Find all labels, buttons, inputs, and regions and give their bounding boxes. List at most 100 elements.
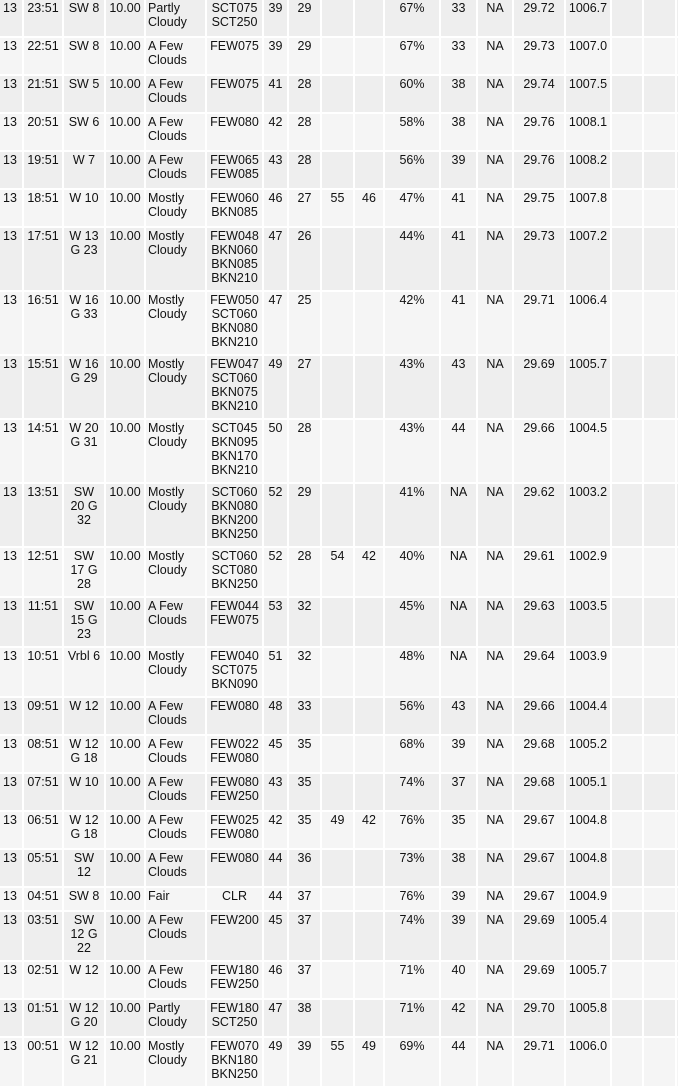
wind-chill-cell: 40 <box>441 962 476 998</box>
table-row: 13 17:51 W 13 G 23 10.00 Mostly Cloudy FEW048 BK… <box>0 228 678 290</box>
time-cell: 21:51 <box>24 76 62 112</box>
weather-cell: A Few Clouds <box>146 912 205 960</box>
relative-humidity-cell: 44% <box>385 228 439 290</box>
dewpoint-cell: 28 <box>289 76 320 112</box>
sky-condition-line: BKN210 <box>211 463 258 477</box>
six-hour-max-cell <box>322 774 353 810</box>
sea-level-pressure-cell: 1008.1 <box>566 114 610 150</box>
dewpoint-cell: 37 <box>289 912 320 960</box>
wind-line: W 20 <box>69 421 99 435</box>
precip-3hr-cell <box>644 484 675 546</box>
dewpoint-cell: 28 <box>289 152 320 188</box>
precip-1hr-cell <box>612 356 642 418</box>
wind-chill-cell: 38 <box>441 850 476 886</box>
six-hour-max-cell <box>322 1000 353 1036</box>
precip-3hr-cell <box>644 548 675 596</box>
date-cell: 13 <box>0 152 22 188</box>
weather-line: Mostly <box>148 191 185 205</box>
relative-humidity-cell: 56% <box>385 152 439 188</box>
six-hour-max-cell <box>322 420 353 482</box>
date-cell: 13 <box>0 812 22 848</box>
altimeter-cell: 29.64 <box>514 648 564 696</box>
relative-humidity-cell: 71% <box>385 1000 439 1036</box>
six-hour-min-cell <box>355 292 383 354</box>
wind-cell: SW 12 <box>64 850 104 886</box>
visibility-cell: 10.00 <box>106 962 144 998</box>
visibility-cell: 10.00 <box>106 0 144 36</box>
precip-3hr-cell <box>644 812 675 848</box>
sky-condition-cell: FEW040 SCT075 BKN090 <box>207 648 262 696</box>
weather-line: Clouds <box>148 789 187 803</box>
heat-index-cell: NA <box>478 1000 512 1036</box>
sky-condition-line: FEW080 <box>210 115 259 129</box>
relative-humidity-cell: 41% <box>385 484 439 546</box>
precip-3hr-cell <box>644 698 675 734</box>
altimeter-cell: 29.69 <box>514 356 564 418</box>
sky-condition-line: FEW075 <box>210 77 259 91</box>
precip-3hr-cell <box>644 420 675 482</box>
date-cell: 13 <box>0 484 22 546</box>
air-temp-cell: 47 <box>264 228 287 290</box>
sky-condition-cell: FEW200 <box>207 912 262 960</box>
six-hour-min-cell <box>355 38 383 74</box>
visibility-cell: 10.00 <box>106 774 144 810</box>
wind-line: 20 G <box>70 499 98 513</box>
sky-condition-line: FEW048 <box>210 229 259 243</box>
visibility-cell: 10.00 <box>106 228 144 290</box>
altimeter-cell: 29.74 <box>514 76 564 112</box>
precip-3hr-cell <box>644 962 675 998</box>
wind-line: G 20 <box>70 1015 98 1029</box>
six-hour-min-cell <box>355 76 383 112</box>
precip-1hr-cell <box>612 228 642 290</box>
relative-humidity-cell: 43% <box>385 356 439 418</box>
relative-humidity-cell: 74% <box>385 774 439 810</box>
precip-3hr-cell <box>644 152 675 188</box>
weather-line: Partly <box>148 1001 180 1015</box>
weather-line: A Few <box>148 737 183 751</box>
sky-condition-line: SCT075 <box>211 663 258 677</box>
time-cell: 00:51 <box>24 1038 62 1086</box>
sky-condition-line: BKN200 <box>211 513 258 527</box>
wind-chill-cell: 33 <box>441 38 476 74</box>
weather-line: Mostly <box>148 293 185 307</box>
date-cell: 13 <box>0 648 22 696</box>
sky-condition-line: SCT075 <box>211 1 258 15</box>
wind-line: SW 8 <box>68 1 100 15</box>
dewpoint-cell: 28 <box>289 420 320 482</box>
table-row: 13 15:51 W 16 G 29 10.00 Mostly Cloudy FEW047 SC… <box>0 356 678 418</box>
relative-humidity-cell: 68% <box>385 736 439 772</box>
sky-condition-line: FEW044 <box>210 599 259 613</box>
sky-condition-line: FEW070 <box>210 1039 259 1053</box>
wind-cell: W 7 <box>64 152 104 188</box>
time-cell: 08:51 <box>24 736 62 772</box>
wind-cell: W 16 G 33 <box>64 292 104 354</box>
time-cell: 17:51 <box>24 228 62 290</box>
precip-1hr-cell <box>612 0 642 36</box>
altimeter-cell: 29.67 <box>514 888 564 910</box>
sky-condition-line: SCT060 <box>211 549 258 563</box>
date-cell: 13 <box>0 0 22 36</box>
visibility-cell: 10.00 <box>106 114 144 150</box>
heat-index-cell: NA <box>478 76 512 112</box>
relative-humidity-cell: 60% <box>385 76 439 112</box>
six-hour-min-cell: 46 <box>355 190 383 226</box>
weather-line: Clouds <box>148 129 187 143</box>
weather-line: Partly <box>148 1 180 15</box>
heat-index-cell: NA <box>478 912 512 960</box>
date-cell: 13 <box>0 774 22 810</box>
dewpoint-cell: 35 <box>289 736 320 772</box>
heat-index-cell: NA <box>478 698 512 734</box>
relative-humidity-cell: 71% <box>385 962 439 998</box>
altimeter-cell: 29.73 <box>514 38 564 74</box>
table-row: 13 06:51 W 12 G 18 10.00 A Few Clouds FEW025 FEW… <box>0 812 678 848</box>
six-hour-min-cell <box>355 888 383 910</box>
sea-level-pressure-cell: 1007.2 <box>566 228 610 290</box>
sky-condition-line: BKN180 <box>211 1053 258 1067</box>
weather-line: A Few <box>148 39 183 53</box>
visibility-cell: 10.00 <box>106 292 144 354</box>
sea-level-pressure-cell: 1005.1 <box>566 774 610 810</box>
air-temp-cell: 41 <box>264 76 287 112</box>
six-hour-max-cell <box>322 38 353 74</box>
six-hour-min-cell <box>355 114 383 150</box>
sky-condition-line: BKN250 <box>211 577 258 591</box>
